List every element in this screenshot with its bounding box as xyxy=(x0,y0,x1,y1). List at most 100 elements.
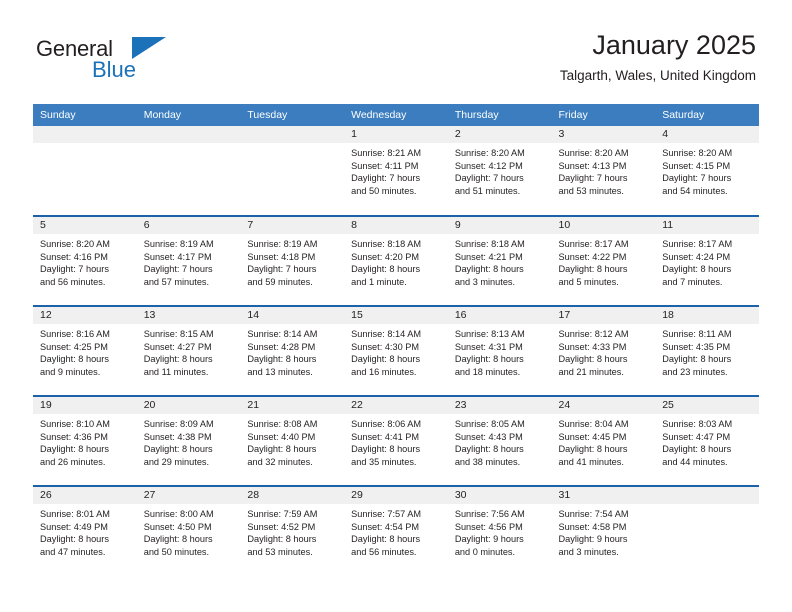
day-details: Sunrise: 8:20 AM Sunset: 4:12 PM Daylight:… xyxy=(448,143,552,197)
daylight-duration-line2: and 29 minutes. xyxy=(143,456,210,467)
calendar-day-cell[interactable]: 17 Sunrise: 8:12 AM Sunset: 4:33 PM Dayligh… xyxy=(551,305,656,396)
day-details: Sunrise: 8:00 AM Sunset: 4:50 PM Daylight:… xyxy=(137,504,241,558)
daylight-duration-line2: and 56 minutes. xyxy=(351,546,417,557)
day-details: Sunrise: 8:18 AM Sunset: 4:20 PM Daylight:… xyxy=(344,234,448,288)
calendar-day-cell[interactable]: 4 Sunrise: 8:20 AM Sunset: 4:15 PM Daylight… xyxy=(655,126,759,216)
day-number xyxy=(33,126,137,143)
calendar-day-cell[interactable]: 1 Sunrise: 8:21 AM Sunset: 4:11 PM Daylight… xyxy=(344,126,448,216)
daylight-duration-line2: and 0 minutes. xyxy=(454,546,516,557)
daylight-duration-line2: and 26 minutes. xyxy=(40,456,106,467)
day-number: 27 xyxy=(136,487,241,504)
calendar-day-cell[interactable]: 16 Sunrise: 8:13 AM Sunset: 4:31 PM Dayligh… xyxy=(447,305,552,396)
daylight-duration-line2: and 21 minutes. xyxy=(558,366,624,377)
day-details: Sunrise: 8:18 AM Sunset: 4:21 PM Daylight:… xyxy=(448,234,552,288)
sunrise-time: Sunrise: 8:15 AM xyxy=(143,329,214,339)
day-number: 7 xyxy=(240,217,345,234)
daylight-duration-line1: Daylight: 7 hours xyxy=(40,264,109,275)
sunrise-time: Sunrise: 8:21 AM xyxy=(351,148,422,158)
sunset-time: Sunset: 4:35 PM xyxy=(662,341,731,352)
daylight-duration-line1: Daylight: 8 hours xyxy=(351,264,421,275)
calendar-day-cell[interactable]: 22 Sunrise: 8:06 AM Sunset: 4:41 PM Dayligh… xyxy=(344,395,448,486)
calendar-day-cell[interactable]: 14 Sunrise: 8:14 AM Sunset: 4:28 PM Dayligh… xyxy=(240,305,345,396)
sunrise-time: Sunrise: 8:13 AM xyxy=(454,329,525,339)
daylight-duration-line2: and 44 minutes. xyxy=(662,456,728,467)
calendar-day-cell[interactable]: 21 Sunrise: 8:08 AM Sunset: 4:40 PM Dayligh… xyxy=(240,395,345,486)
calendar-day-cell[interactable]: 28 Sunrise: 7:59 AM Sunset: 4:52 PM Dayligh… xyxy=(240,485,345,576)
calendar-day-cell[interactable]: 27 Sunrise: 8:00 AM Sunset: 4:50 PM Dayligh… xyxy=(136,485,241,576)
general-blue-logo[interactable]: General Blue xyxy=(36,36,166,86)
daylight-duration-line1: Daylight: 8 hours xyxy=(40,444,109,455)
daylight-duration-line1: Daylight: 8 hours xyxy=(662,354,732,365)
sunrise-time: Sunrise: 7:57 AM xyxy=(351,509,422,519)
sunset-time: Sunset: 4:16 PM xyxy=(40,251,108,262)
calendar-day-cell[interactable]: 15 Sunrise: 8:14 AM Sunset: 4:30 PM Dayligh… xyxy=(344,305,448,396)
weekday-header-sunday: Sunday xyxy=(33,104,137,126)
day-details: Sunrise: 8:21 AM Sunset: 4:11 PM Daylight:… xyxy=(344,143,448,197)
daylight-duration-line2: and 53 minutes. xyxy=(247,546,313,557)
daylight-duration-line2: and 51 minutes. xyxy=(454,185,521,196)
calendar-day-cell[interactable]: 5 Sunrise: 8:20 AM Sunset: 4:16 PM Daylight… xyxy=(33,215,137,306)
calendar-day-cell[interactable]: 31 Sunrise: 7:54 AM Sunset: 4:58 PM Dayligh… xyxy=(551,485,656,576)
daylight-duration-line1: Daylight: 8 hours xyxy=(351,444,421,455)
day-number: 17 xyxy=(551,307,656,324)
calendar-day-cell[interactable]: 30 Sunrise: 7:56 AM Sunset: 4:56 PM Dayligh… xyxy=(447,485,552,576)
calendar-day-cell[interactable]: 8 Sunrise: 8:18 AM Sunset: 4:20 PM Daylight… xyxy=(344,215,448,306)
calendar-day-cell[interactable]: 11 Sunrise: 8:17 AM Sunset: 4:24 PM Dayligh… xyxy=(655,215,759,306)
calendar-week-row: 19 Sunrise: 8:10 AM Sunset: 4:36 PM Dayligh… xyxy=(33,395,759,486)
day-number: 9 xyxy=(447,217,552,234)
sunrise-time: Sunrise: 8:19 AM xyxy=(247,239,318,249)
calendar-day-cell[interactable]: 18 Sunrise: 8:11 AM Sunset: 4:35 PM Dayligh… xyxy=(655,305,759,396)
day-number: 16 xyxy=(447,307,552,324)
sunset-time: Sunset: 4:20 PM xyxy=(351,251,420,262)
daylight-duration-line1: Daylight: 7 hours xyxy=(454,173,524,184)
day-details: Sunrise: 8:10 AM Sunset: 4:36 PM Daylight:… xyxy=(33,414,137,468)
calendar-page: General Blue January 2025 Talgarth, Wale… xyxy=(0,0,792,612)
daylight-duration-line1: Daylight: 8 hours xyxy=(351,354,421,365)
sunset-time: Sunset: 4:52 PM xyxy=(247,521,316,532)
sunset-time: Sunset: 4:38 PM xyxy=(143,431,212,442)
calendar-day-cell[interactable]: 2 Sunrise: 8:20 AM Sunset: 4:12 PM Daylight… xyxy=(447,126,552,216)
calendar-day-cell[interactable]: 25 Sunrise: 8:03 AM Sunset: 4:47 PM Dayligh… xyxy=(655,395,759,486)
day-number: 24 xyxy=(551,397,656,414)
day-details: Sunrise: 8:20 AM Sunset: 4:15 PM Daylight:… xyxy=(655,143,759,197)
sunset-time: Sunset: 4:54 PM xyxy=(351,521,420,532)
calendar-day-cell-empty xyxy=(136,126,241,216)
sunset-time: Sunset: 4:49 PM xyxy=(40,521,108,532)
sunset-time: Sunset: 4:21 PM xyxy=(454,251,523,262)
calendar-day-cell[interactable]: 10 Sunrise: 8:17 AM Sunset: 4:22 PM Dayligh… xyxy=(551,215,656,306)
sunrise-time: Sunrise: 8:17 AM xyxy=(662,239,733,249)
page-title: January 2025 xyxy=(592,30,756,60)
day-details: Sunrise: 8:11 AM Sunset: 4:35 PM Daylight:… xyxy=(655,324,759,378)
daylight-duration-line1: Daylight: 7 hours xyxy=(558,173,628,184)
calendar-day-cell-empty xyxy=(655,485,759,576)
calendar-day-cell[interactable]: 12 Sunrise: 8:16 AM Sunset: 4:25 PM Dayligh… xyxy=(33,305,137,396)
day-details: Sunrise: 8:01 AM Sunset: 4:49 PM Daylight:… xyxy=(33,504,137,558)
calendar-day-cell[interactable]: 3 Sunrise: 8:20 AM Sunset: 4:13 PM Daylight… xyxy=(551,126,656,216)
day-details: Sunrise: 8:19 AM Sunset: 4:17 PM Daylight:… xyxy=(137,234,241,288)
calendar-day-cell[interactable]: 13 Sunrise: 8:15 AM Sunset: 4:27 PM Dayligh… xyxy=(136,305,241,396)
calendar-day-cell[interactable]: 20 Sunrise: 8:09 AM Sunset: 4:38 PM Dayligh… xyxy=(136,395,241,486)
day-number: 22 xyxy=(344,397,448,414)
calendar-day-cell[interactable]: 9 Sunrise: 8:18 AM Sunset: 4:21 PM Daylight… xyxy=(447,215,552,306)
sunrise-time: Sunrise: 8:09 AM xyxy=(143,419,214,429)
calendar-header-row: Sunday Monday Tuesday Wednesday Thursday Frid… xyxy=(33,104,759,126)
sunset-time: Sunset: 4:58 PM xyxy=(558,521,627,532)
calendar-day-cell[interactable]: 23 Sunrise: 8:05 AM Sunset: 4:43 PM Dayligh… xyxy=(447,395,552,486)
calendar-day-cell[interactable]: 29 Sunrise: 7:57 AM Sunset: 4:54 PM Dayligh… xyxy=(344,485,448,576)
day-number: 14 xyxy=(240,307,345,324)
sunset-time: Sunset: 4:25 PM xyxy=(40,341,108,352)
day-number: 13 xyxy=(136,307,241,324)
sunset-time: Sunset: 4:22 PM xyxy=(558,251,627,262)
sunrise-time: Sunrise: 8:00 AM xyxy=(143,509,214,519)
sunrise-time: Sunrise: 7:54 AM xyxy=(558,509,629,519)
calendar-day-cell[interactable]: 24 Sunrise: 8:04 AM Sunset: 4:45 PM Dayligh… xyxy=(551,395,656,486)
day-details: Sunrise: 8:05 AM Sunset: 4:43 PM Daylight:… xyxy=(448,414,552,468)
calendar-day-cell[interactable]: 26 Sunrise: 8:01 AM Sunset: 4:49 PM Dayligh… xyxy=(33,485,137,576)
sunset-time: Sunset: 4:50 PM xyxy=(143,521,212,532)
calendar-day-cell[interactable]: 19 Sunrise: 8:10 AM Sunset: 4:36 PM Dayligh… xyxy=(33,395,137,486)
sunset-time: Sunset: 4:41 PM xyxy=(351,431,420,442)
day-details: Sunrise: 8:12 AM Sunset: 4:33 PM Daylight:… xyxy=(552,324,656,378)
calendar-day-cell[interactable]: 6 Sunrise: 8:19 AM Sunset: 4:17 PM Daylight… xyxy=(136,215,241,306)
sunset-time: Sunset: 4:28 PM xyxy=(247,341,316,352)
calendar-day-cell[interactable]: 7 Sunrise: 8:19 AM Sunset: 4:18 PM Daylight… xyxy=(240,215,345,306)
